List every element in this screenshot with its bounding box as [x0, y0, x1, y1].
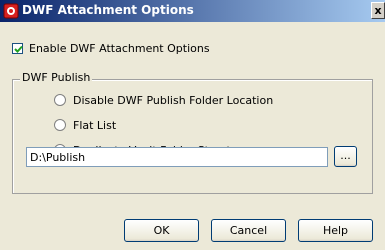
dwf-publish-legend: DWF Publish	[20, 71, 93, 84]
title-bar: DWF Attachment Options x	[0, 0, 385, 22]
enable-checkbox-label: Enable DWF Attachment Options	[29, 41, 210, 55]
close-button[interactable]: x	[371, 2, 385, 19]
radio-flat-list-row[interactable]: Flat List	[54, 117, 116, 133]
help-button[interactable]: Help	[298, 219, 373, 242]
radio-flat-list-label: Flat List	[73, 118, 117, 132]
cancel-button[interactable]: Cancel	[211, 219, 286, 242]
radio-disable-folder-row[interactable]: Disable DWF Publish Folder Location	[54, 92, 273, 108]
radio-flat-list[interactable]	[54, 119, 66, 131]
radio-disable-folder[interactable]	[54, 94, 66, 106]
publish-path-input[interactable]	[26, 147, 328, 167]
enable-option-row[interactable]: Enable DWF Attachment Options	[12, 40, 210, 56]
window-title: DWF Attachment Options	[22, 3, 194, 17]
browse-button[interactable]: ...	[334, 146, 357, 167]
app-icon	[3, 3, 19, 19]
enable-checkbox[interactable]	[12, 42, 23, 54]
ok-button[interactable]: OK	[124, 219, 199, 242]
radio-disable-folder-label: Disable DWF Publish Folder Location	[73, 93, 274, 107]
